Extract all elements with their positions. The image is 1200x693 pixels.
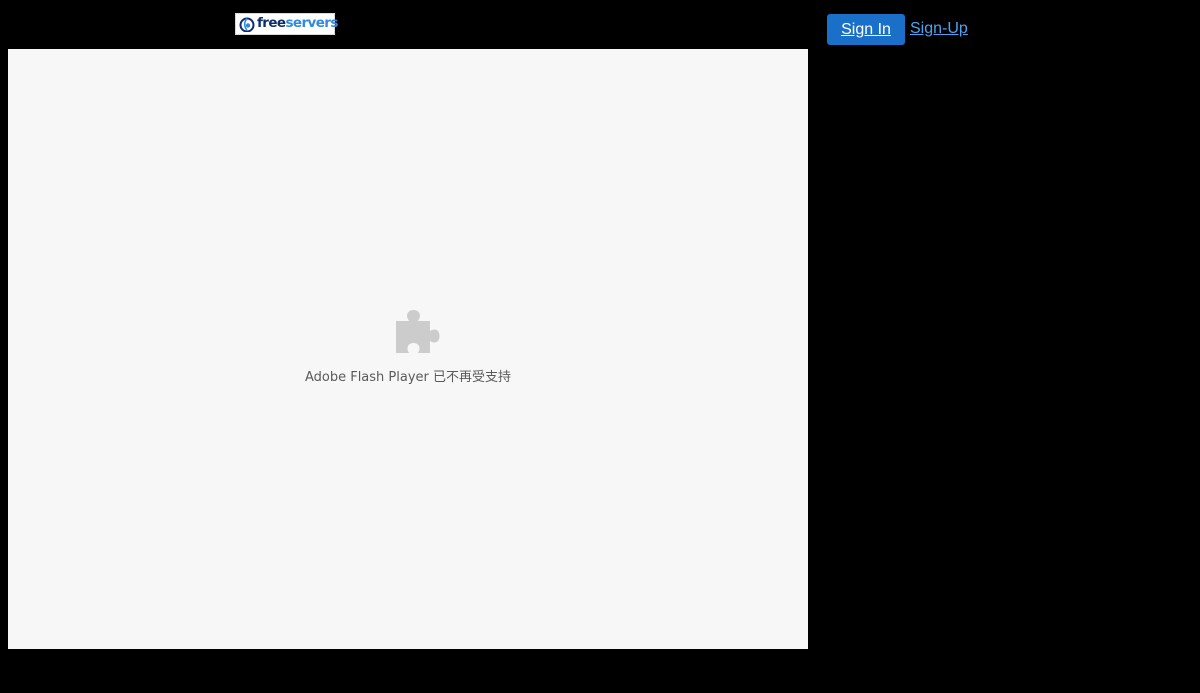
puzzle-piece-icon xyxy=(396,310,440,353)
logo-text-servers: servers xyxy=(285,15,338,32)
plugin-unsupported-message: Adobe Flash Player 已不再受支持 xyxy=(304,370,512,385)
page: freeservers Sign In Sign-Up Adobe Flash … xyxy=(0,0,1200,693)
sign-up-link[interactable]: Sign-Up xyxy=(910,19,968,39)
freeservers-logo-icon xyxy=(239,17,255,32)
logo-text-free: free xyxy=(257,15,286,32)
flash-plugin-placeholder[interactable]: Adobe Flash Player 已不再受支持 xyxy=(8,49,808,649)
freeservers-logo[interactable]: freeservers xyxy=(235,13,338,35)
logo-text: freeservers xyxy=(257,17,338,31)
sign-in-button[interactable]: Sign In xyxy=(827,14,905,45)
